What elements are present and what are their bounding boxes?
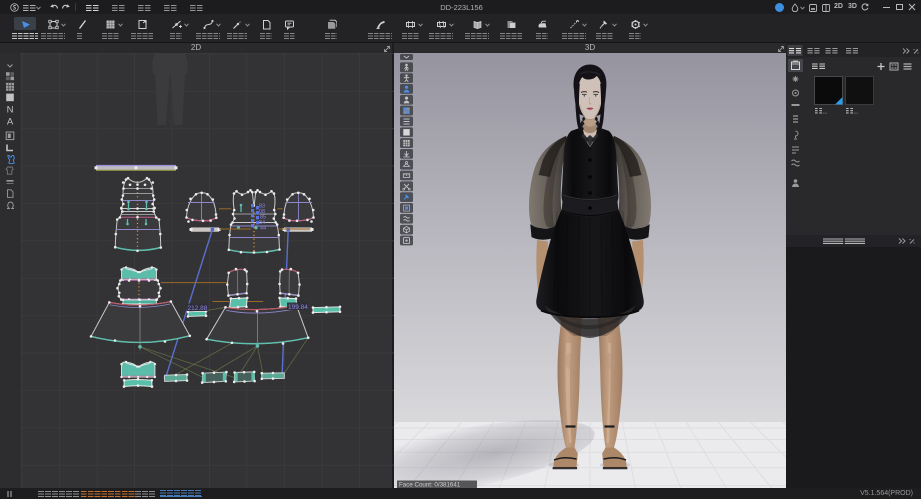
svg-text:212.88: 212.88 bbox=[188, 305, 208, 312]
svg-text:A: A bbox=[7, 117, 14, 128]
svg-text:...: ... bbox=[823, 110, 828, 116]
svg-text:44: 44 bbox=[260, 226, 266, 232]
svg-text:199.84: 199.84 bbox=[288, 304, 308, 311]
svg-text:...: ... bbox=[854, 110, 859, 116]
svg-text:N: N bbox=[7, 104, 14, 115]
